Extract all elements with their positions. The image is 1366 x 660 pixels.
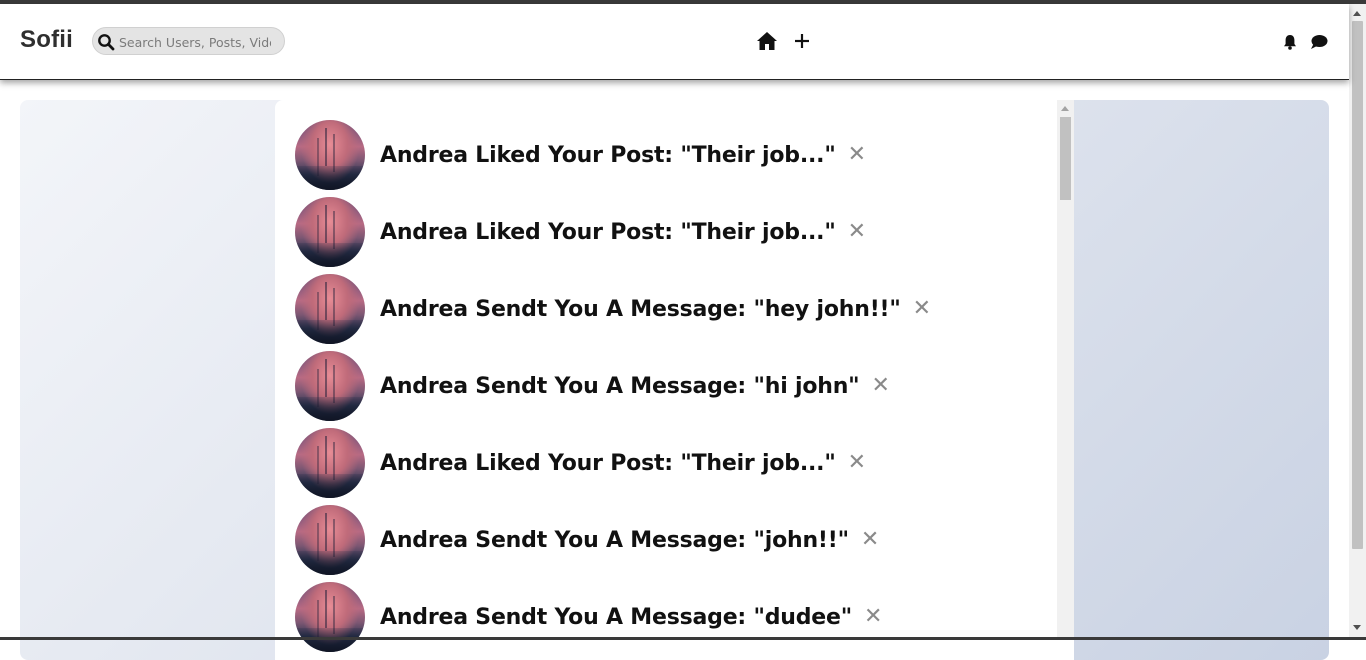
window-scrollbar[interactable] [1349, 4, 1366, 637]
close-icon[interactable]: ✕ [848, 452, 866, 474]
close-icon[interactable]: ✕ [861, 529, 879, 551]
home-icon[interactable] [756, 31, 778, 51]
notification-text: Andrea Sendt You A Message: "hey john!!" [380, 296, 901, 322]
search-input[interactable] [117, 31, 273, 53]
panel-scrollbar[interactable] [1057, 100, 1074, 640]
avatar[interactable] [295, 505, 365, 575]
navbar: Sofii [0, 4, 1349, 80]
avatar[interactable] [295, 120, 365, 190]
scroll-up-icon[interactable] [1061, 106, 1069, 111]
avatar[interactable] [295, 428, 365, 498]
app-logo[interactable]: Sofii [20, 26, 73, 54]
notification-text: Andrea Sendt You A Message: "dudee" [380, 604, 852, 630]
notification-item[interactable]: Andrea Liked Your Post: "Their job..." ✕ [295, 120, 866, 190]
notification-text: Andrea Liked Your Post: "Their job..." [380, 450, 836, 476]
avatar[interactable] [295, 274, 365, 344]
plus-icon[interactable] [794, 33, 810, 49]
user-nav [1282, 34, 1328, 50]
close-icon[interactable]: ✕ [848, 221, 866, 243]
notification-item[interactable]: Andrea Sendt You A Message: "john!!" ✕ [295, 505, 879, 575]
close-icon[interactable]: ✕ [871, 375, 889, 397]
notification-text: Andrea Sendt You A Message: "hi john" [380, 373, 860, 399]
notification-item[interactable]: Andrea Sendt You A Message: "hey john!!"… [295, 274, 931, 344]
close-icon[interactable]: ✕ [848, 144, 866, 166]
avatar[interactable] [295, 197, 365, 267]
notification-text: Andrea Sendt You A Message: "john!!" [380, 527, 849, 553]
close-icon[interactable]: ✕ [913, 298, 931, 320]
search-icon [97, 33, 115, 55]
avatar[interactable] [295, 582, 365, 652]
window-scroll-thumb[interactable] [1352, 21, 1363, 549]
close-icon[interactable]: ✕ [864, 606, 882, 628]
panel-scroll-thumb[interactable] [1060, 117, 1071, 200]
notification-text: Andrea Liked Your Post: "Their job..." [380, 219, 836, 245]
scroll-up-icon[interactable] [1353, 11, 1361, 16]
notification-item[interactable]: Andrea Liked Your Post: "Their job..." ✕ [295, 428, 866, 498]
notification-item[interactable]: Andrea Liked Your Post: "Their job..." ✕ [295, 197, 866, 267]
notification-text: Andrea Liked Your Post: "Their job..." [380, 142, 836, 168]
notification-item[interactable]: Andrea Sendt You A Message: "dudee" ✕ [295, 582, 882, 652]
avatar[interactable] [295, 351, 365, 421]
notification-item[interactable]: Andrea Sendt You A Message: "hi john" ✕ [295, 351, 890, 421]
scroll-down-icon[interactable] [1353, 625, 1361, 630]
bell-icon[interactable] [1282, 34, 1298, 50]
search-box [92, 27, 285, 55]
main-nav [756, 31, 810, 51]
notifications-panel[interactable]: Andrea Liked Your Post: "Their job..." ✕… [275, 100, 1074, 660]
chat-icon[interactable] [1310, 34, 1328, 50]
